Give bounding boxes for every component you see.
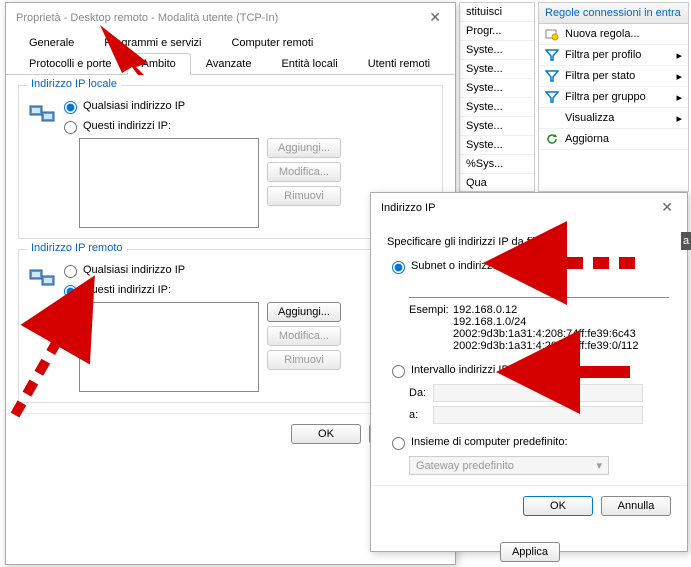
computer-network-icon — [29, 268, 57, 292]
local-ip-title: Indirizzo IP locale — [27, 78, 121, 90]
predefined-combo[interactable]: Gateway predefinito▾ — [409, 456, 609, 475]
blank-icon — [545, 111, 559, 125]
remote-remove-button[interactable]: Rimuovi — [267, 350, 341, 370]
refresh-icon — [545, 132, 559, 146]
subnet-input[interactable] — [409, 280, 669, 298]
ip-dialog-description: Specificare gli indirizzi IP da filtrare… — [387, 236, 671, 248]
local-add-button[interactable]: Aggiungi... — [267, 138, 341, 158]
subnet-radio[interactable]: Subnet o indirizzo IP: — [387, 258, 671, 274]
computer-network-icon — [29, 104, 57, 128]
remote-edit-button[interactable]: Modifica... — [267, 326, 341, 346]
column-rules: Regole connessioni in entra Nuova regola… — [538, 2, 689, 192]
tab-remote-computers[interactable]: Computer remoti — [216, 32, 328, 54]
col-a-header[interactable]: stituisci — [460, 3, 534, 22]
filter-icon — [545, 48, 559, 62]
tabs: Generale Programmi e servizi Computer re… — [6, 32, 455, 75]
col-a-item[interactable]: %Sys... — [460, 155, 534, 174]
ok-button[interactable]: OK — [523, 496, 593, 516]
action-filter-state[interactable]: Filtra per stato▸ — [539, 66, 688, 87]
tab-advanced[interactable]: Avanzate — [191, 53, 267, 75]
remote-ip-title: Indirizzo IP remoto — [27, 242, 127, 254]
filter-icon — [545, 69, 559, 83]
remote-ip-listbox[interactable] — [79, 302, 259, 392]
examples-block: Esempi: 192.168.0.12 192.168.1.0/24 2002… — [409, 304, 671, 352]
tab-local-principals[interactable]: Entità locali — [266, 53, 352, 75]
column-substitute: stituisci Progr... Syste... Syste... Sys… — [459, 2, 535, 192]
ip-dialog-titlebar: Indirizzo IP ✕ — [371, 193, 687, 222]
ok-button[interactable]: OK — [291, 424, 361, 444]
action-new-rule[interactable]: Nuova regola... — [539, 24, 688, 45]
range-radio[interactable]: Intervallo indirizzi IP: — [387, 362, 671, 378]
to-input[interactable] — [433, 406, 643, 424]
col-a-item[interactable]: Syste... — [460, 60, 534, 79]
action-refresh[interactable]: Aggiorna — [539, 129, 688, 150]
new-rule-icon — [545, 27, 559, 41]
col-a-item[interactable]: Syste... — [460, 41, 534, 60]
from-label: Da: — [409, 387, 433, 399]
close-icon[interactable]: ✕ — [425, 9, 445, 26]
apply-button[interactable]: Applica — [500, 542, 560, 562]
action-filter-group[interactable]: Filtra per gruppo▸ — [539, 87, 688, 108]
filter-icon — [545, 90, 559, 104]
col-a-item[interactable]: Progr... — [460, 22, 534, 41]
tab-protocols[interactable]: Protocolli e porte — [14, 53, 127, 75]
local-edit-button[interactable]: Modifica... — [267, 162, 341, 182]
tab-remote-users[interactable]: Utenti remoti — [353, 53, 445, 75]
dialog-title-text: Proprietà - Desktop remoto - Modalità ut… — [16, 12, 278, 24]
tab-scope[interactable]: Ambito — [127, 53, 191, 75]
close-icon[interactable]: ✕ — [657, 199, 677, 216]
action-filter-profile[interactable]: Filtra per profilo▸ — [539, 45, 688, 66]
col-a-item[interactable]: Syste... — [460, 117, 534, 136]
col-b-header: Regole connessioni in entra — [539, 3, 688, 24]
col-a-item[interactable]: Syste... — [460, 79, 534, 98]
chevron-down-icon: ▾ — [596, 459, 602, 472]
predefined-radio[interactable]: Insieme di computer predefinito: — [387, 434, 671, 450]
remote-add-button[interactable]: Aggiungi... — [267, 302, 341, 322]
dialog-titlebar: Proprietà - Desktop remoto - Modalità ut… — [6, 3, 455, 32]
cancel-button[interactable]: Annulla — [601, 496, 671, 516]
tab-general[interactable]: Generale — [14, 32, 89, 54]
to-label: a: — [409, 409, 433, 421]
ip-dialog-footer: OK Annulla — [371, 485, 687, 526]
ip-dialog-title: Indirizzo IP — [381, 202, 435, 214]
local-these-ip-radio[interactable]: Questi indirizzi IP: — [59, 118, 432, 134]
ip-address-dialog: Indirizzo IP ✕ Specificare gli indirizzi… — [370, 192, 688, 552]
local-remove-button[interactable]: Rimuovi — [267, 186, 341, 206]
col-a-item[interactable]: Syste... — [460, 98, 534, 117]
tab-programs[interactable]: Programmi e servizi — [89, 32, 216, 54]
col-a-item[interactable]: Qua — [460, 174, 534, 193]
col-a-item[interactable]: Syste... — [460, 136, 534, 155]
side-handle[interactable]: a — [681, 232, 691, 250]
from-input[interactable] — [433, 384, 643, 402]
action-view[interactable]: Visualizza▸ — [539, 108, 688, 129]
local-ip-listbox[interactable] — [79, 138, 259, 228]
local-any-ip-radio[interactable]: Qualsiasi indirizzo IP — [59, 98, 432, 114]
